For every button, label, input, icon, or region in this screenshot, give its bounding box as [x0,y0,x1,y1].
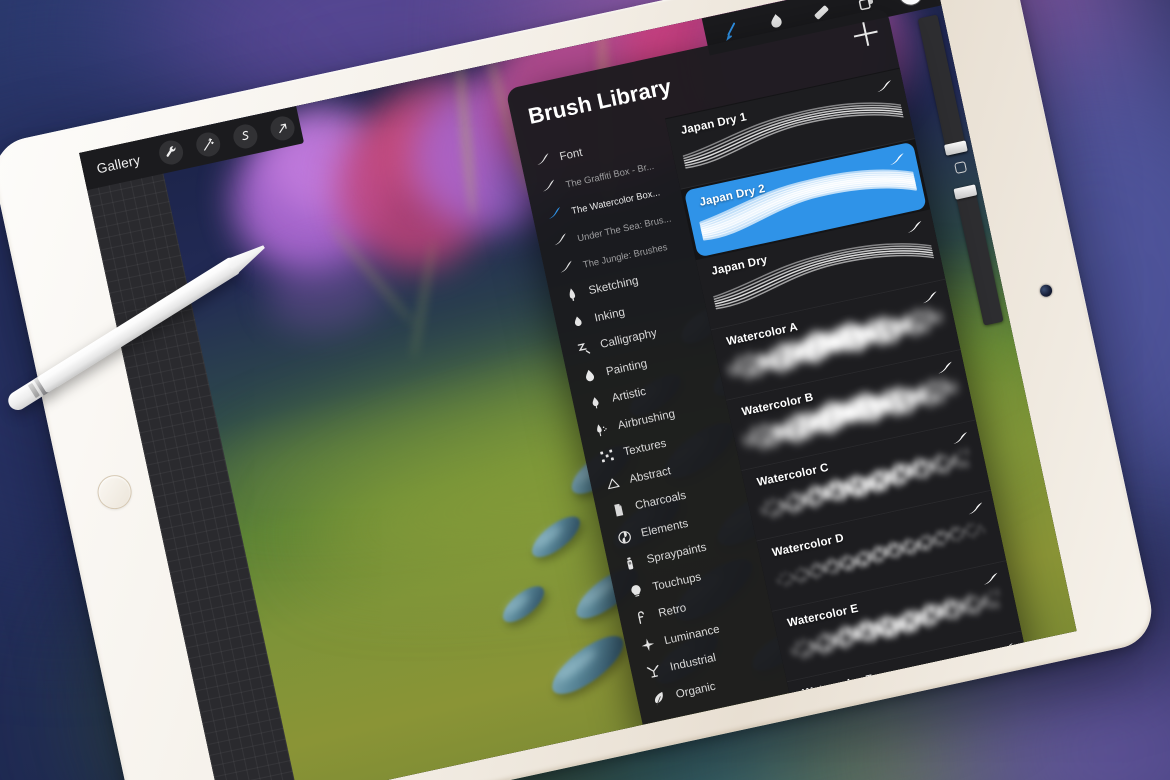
selection-icon[interactable] [231,122,260,151]
textures-dots-icon [597,447,617,466]
brush-stroke-icon [904,217,924,233]
modify-square-icon [953,160,967,174]
brush-stroke-icon [965,499,985,515]
brush-size-knob[interactable] [943,140,968,156]
brush-set-label: Abstract [628,464,673,486]
brush-set-label: Calligraphy [599,327,659,352]
brush-stroke-icon [533,151,553,170]
organic-leaf-icon [649,689,669,708]
retro-icon [632,608,652,627]
brush-stroke-icon [980,569,1000,585]
brush-set-label: Organic [674,680,717,701]
color-swatch[interactable] [896,0,925,7]
brush-stroke-icon [919,288,939,304]
brush-stroke-icon [874,77,894,93]
brush-set-label: Font [558,146,584,164]
spraycan-icon [620,554,640,573]
brush-stroke-icon [550,232,570,251]
brush-stroke-icon [556,259,576,278]
brush-set-label: Touchups [651,570,703,594]
elements-yinyang-icon [614,528,634,547]
brush-stroke-icon [935,358,955,374]
brush-stroke-icon [544,205,564,224]
modify-button[interactable] [948,155,972,179]
brush-stroke-icon [886,150,906,166]
brush-set-label: Retro [657,602,688,621]
industrial-icon [643,662,663,681]
artistic-drop-icon [585,393,605,412]
pencil-tip-icon [562,286,582,305]
luminance-sparkle-icon [637,635,657,654]
brush-set-label: Charcoals [634,489,688,513]
paint-drop-icon [579,366,599,385]
transform-arrow-icon[interactable] [268,114,297,143]
brush-stroke-icon [539,178,559,197]
brush-set-label: Sketching [587,275,640,298]
brush-stroke-icon [950,428,970,445]
brush-opacity-knob[interactable] [953,184,978,200]
brush-set-label: Industrial [669,652,718,674]
touchups-bulb-icon [626,581,646,600]
brush-set-label: Inking [593,306,627,325]
abstract-triangle-icon [603,474,623,493]
charcoal-block-icon [608,501,628,520]
brush-set-label: Textures [622,437,668,459]
calligraphy-nib-icon [573,339,593,358]
actions-wrench-icon[interactable] [157,138,186,167]
adjustments-wand-icon[interactable] [194,130,223,159]
tablet-device: Gallery Brush Library Font The Graffiti … [0,0,1159,780]
brush-set-label: Artistic [610,385,648,405]
gallery-button[interactable]: Gallery [95,152,141,176]
add-brush-icon[interactable] [851,20,880,49]
ink-drop-icon [568,313,588,332]
brush-set-label: Elements [639,517,690,540]
brush-set-label: Painting [605,357,649,379]
airbrush-icon [591,420,611,439]
brush-set-label: Luminance [663,623,721,647]
